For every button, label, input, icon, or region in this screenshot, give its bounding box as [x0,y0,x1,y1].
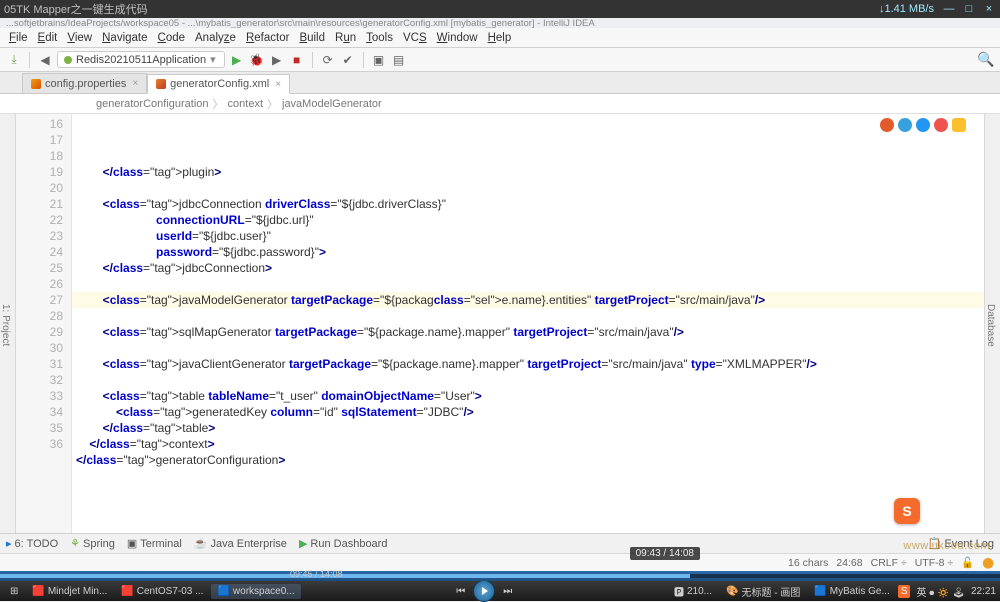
task-item[interactable]: 🟥 CentOS7-03 ... [115,584,209,599]
tool-project[interactable]: 1: Project [0,118,11,533]
settings-icon[interactable]: ▤ [391,52,407,68]
edge-icon[interactable] [898,118,912,132]
tray-clock[interactable]: 22:21 [971,586,996,597]
task-item[interactable]: 🅿 210... [668,582,718,601]
progress-tooltip: 09:43 / 14:08 [630,547,700,560]
maximize-icon[interactable]: □ [962,3,976,15]
wmp-play-button[interactable] [473,580,495,602]
status-lock-icon[interactable]: 🔓 [961,556,974,569]
minimize-icon[interactable]: — [942,3,956,15]
menu-window[interactable]: Window [432,32,483,44]
tray-ime[interactable]: S [898,585,911,598]
menu-tools[interactable]: Tools [361,32,398,44]
close-icon[interactable]: × [982,3,996,15]
menu-view[interactable]: View [62,32,97,44]
wmp-next-icon[interactable]: ⏭ [497,584,518,599]
menu-help[interactable]: Help [483,32,517,44]
safari-icon[interactable] [916,118,930,132]
right-tool-strip: Database Maven Projects [984,114,1000,533]
tab-terminal[interactable]: ▣Terminal [127,537,182,550]
ide-menubar: File Edit View Navigate Code Analyze Ref… [0,28,1000,48]
tray-lang[interactable]: 英 ⏺ 🔅 🕹 [916,584,964,599]
menu-refactor[interactable]: Refactor [241,32,294,44]
coverage-icon[interactable]: ▶ [269,52,285,68]
run-icon[interactable]: ▶ [229,52,245,68]
tool-database[interactable]: Database [985,118,996,533]
line-gutter: 1617181920212223242526272829303132333435… [16,114,72,533]
status-inspections-icon[interactable]: ⬤ [982,557,994,569]
video-window-titlebar: 05TK Mapper之一键生成代码 ↓1.41 MB/s — □ × [0,0,1000,18]
video-time: 09:45 / 14:08 [290,569,343,579]
task-item[interactable]: 🟦 MyBatis Ge... [808,584,895,599]
ide-title: ...softjetbrains/IdeaProjects/workspace0… [0,18,1000,28]
tab-java-enterprise[interactable]: ☕Java Enterprise [194,537,287,550]
tab-run-dashboard[interactable]: ▶Run Dashboard [299,537,388,550]
tab-close-icon[interactable]: × [132,78,138,89]
menu-file[interactable]: File [4,32,33,44]
menu-vcs[interactable]: VCS [398,32,432,44]
tab-label: generatorConfig.xml [170,78,269,90]
wmp-prev-icon[interactable]: ⏮ [450,584,471,599]
video-title: 05TK Mapper之一键生成代码 [4,1,148,17]
crumb[interactable]: javaModelGenerator [282,98,382,110]
task-item[interactable]: 🎨 无标题 - 画图 [720,582,806,601]
build-icon[interactable]: ⤓ [6,52,22,68]
search-icon[interactable]: 🔍 [978,52,994,68]
xml-icon [156,79,166,89]
properties-icon [31,79,41,89]
code-editor[interactable]: </class="tag">plugin> <class="tag">jdbcC… [72,114,984,533]
vcs-update-icon[interactable]: ⟳ [320,52,336,68]
tab-close-icon[interactable]: × [275,79,281,90]
menu-run[interactable]: Run [330,32,361,44]
run-configuration-label: Redis20210511Application [76,54,206,66]
structure-icon[interactable]: ▣ [371,52,387,68]
firefox-icon[interactable] [880,118,894,132]
browser-icons [880,118,966,132]
net-speed: ↓1.41 MB/s [879,3,934,15]
watermark: www.ukoou.com [903,540,990,552]
crumb[interactable]: context [228,98,263,110]
status-eol[interactable]: CRLF ÷ [871,557,907,569]
tab-config-properties[interactable]: config.properties × [22,73,147,93]
vcs-commit-icon[interactable]: ✔ [340,52,356,68]
run-configuration[interactable]: Redis20210511Application ▾ [57,51,225,68]
menu-analyze[interactable]: Analyze [190,32,241,44]
tab-spring[interactable]: ⚘Spring [70,537,115,550]
menu-code[interactable]: Code [153,32,191,44]
chrome-icon[interactable] [952,118,966,132]
prev-config-icon[interactable]: ◀ [37,52,53,68]
status-chars: 16 chars [788,557,828,569]
menu-navigate[interactable]: Navigate [97,32,152,44]
tab-todo[interactable]: ▸6: TODO [6,537,58,550]
file-tab-row: config.properties × generatorConfig.xml … [0,72,1000,94]
tab-label: config.properties [45,78,126,90]
left-tool-strip: 1: Project [0,114,16,533]
editor-area: 1: Project 16171819202122232425262728293… [0,114,1000,533]
ide-toolbar: ⤓ ◀ Redis20210511Application ▾ ▶ 🐞 ▶ ■ ⟳… [0,48,1000,72]
stop-icon[interactable]: ■ [289,52,305,68]
start-button[interactable]: ⊞ [4,584,24,599]
tab-generator-config[interactable]: generatorConfig.xml × [147,74,290,94]
ime-indicator[interactable]: S [894,498,920,524]
status-encoding[interactable]: UTF-8 ÷ [915,557,953,569]
windows-taskbar: ⊞ 🟥 Mindjet Min... 🟥 CentOS7-03 ... 🟦 wo… [0,581,1000,601]
bottom-tool-tabs: ▸6: TODO ⚘Spring ▣Terminal ☕Java Enterpr… [0,533,1000,553]
crumb[interactable]: generatorConfiguration [96,98,209,110]
status-position: 24:68 [836,557,862,569]
status-bar: 16 chars 24:68 CRLF ÷ UTF-8 ÷ 🔓 ⬤ [0,553,1000,571]
task-item[interactable]: 🟥 Mindjet Min... [26,584,113,599]
menu-build[interactable]: Build [294,32,330,44]
debug-icon[interactable]: 🐞 [249,52,265,68]
breadcrumb: generatorConfiguration 〉 context 〉 javaM… [0,94,1000,114]
opera-icon[interactable] [934,118,948,132]
video-progress-bar[interactable] [0,571,1000,581]
task-item[interactable]: 🟦 workspace0... [211,584,300,599]
menu-edit[interactable]: Edit [33,32,63,44]
